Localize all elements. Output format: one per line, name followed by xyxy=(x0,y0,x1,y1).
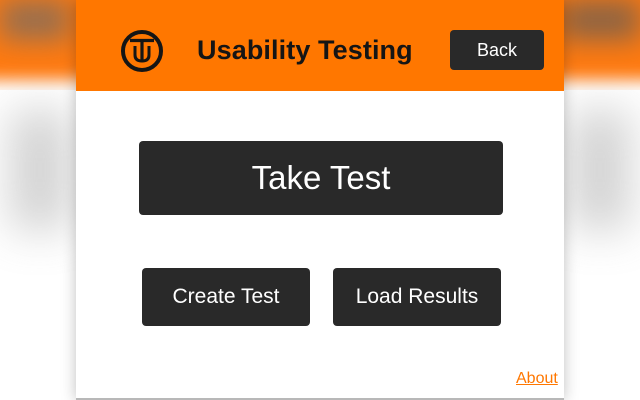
header-bar: Usability Testing Back xyxy=(76,0,564,91)
background-shadow xyxy=(0,0,70,40)
about-link[interactable]: About xyxy=(516,370,558,388)
popup-panel: Usability Testing Back Take Test Create … xyxy=(76,0,564,400)
background-shadow xyxy=(570,110,630,230)
take-test-button[interactable]: Take Test xyxy=(139,141,503,215)
back-button[interactable]: Back xyxy=(450,30,544,70)
create-test-button[interactable]: Create Test xyxy=(142,268,310,326)
load-results-button[interactable]: Load Results xyxy=(333,268,501,326)
background-shadow xyxy=(560,0,640,40)
background-shadow xyxy=(10,110,70,230)
ut-logo-icon xyxy=(119,28,165,74)
app-title: Usability Testing xyxy=(197,35,413,65)
